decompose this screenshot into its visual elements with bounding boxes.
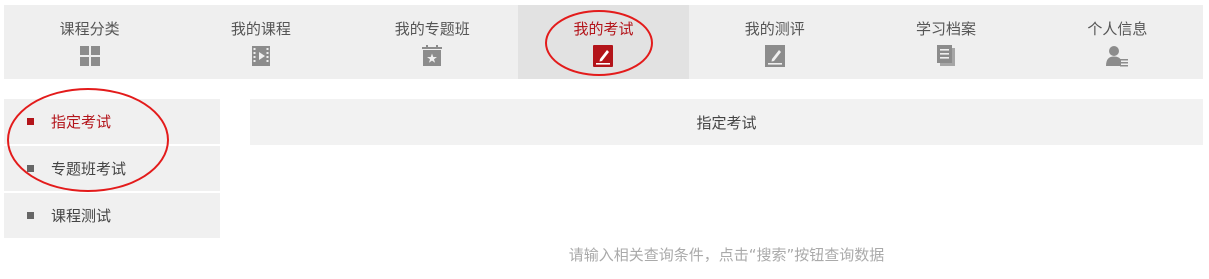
nav-label: 个人信息 bbox=[1087, 20, 1148, 38]
user-icon bbox=[1106, 45, 1129, 67]
sidebar-item-course-tests[interactable]: 课程测试 bbox=[4, 193, 220, 238]
sidebar-item-label: 课程测试 bbox=[51, 207, 112, 225]
nav-item-my-special-class[interactable]: 我的专题班 bbox=[347, 5, 518, 79]
bullet-icon bbox=[27, 212, 34, 219]
nav-label: 我的考试 bbox=[573, 20, 634, 38]
sidebar-item-special-class-exams[interactable]: 专题班考试 bbox=[4, 146, 220, 191]
sidebar: 指定考试 专题班考试 课程测试 bbox=[4, 99, 220, 240]
nav-item-my-assessments[interactable]: 我的测评 bbox=[689, 5, 860, 79]
nav-item-my-exams[interactable]: 我的考试 bbox=[517, 5, 690, 79]
star-board-icon bbox=[421, 45, 443, 67]
grid-icon bbox=[79, 45, 101, 67]
empty-hint: 请输入相关查询条件，点击“搜索”按钮查询数据 bbox=[568, 246, 885, 264]
sidebar-item-assigned-exams[interactable]: 指定考试 bbox=[4, 99, 220, 144]
exam-pencil-icon bbox=[592, 45, 614, 67]
nav-item-course-category[interactable]: 课程分类 bbox=[4, 5, 175, 79]
nav-item-personal-info[interactable]: 个人信息 bbox=[1032, 5, 1203, 79]
video-icon bbox=[250, 45, 272, 67]
nav-item-learning-archive[interactable]: 学习档案 bbox=[860, 5, 1031, 79]
nav-item-my-courses[interactable]: 我的课程 bbox=[175, 5, 346, 79]
nav-label: 课程分类 bbox=[59, 20, 120, 38]
top-nav: 课程分类 我的课程 我的专题班 我的考试 我的测评 学习档案 个人信息 bbox=[4, 5, 1203, 79]
sidebar-item-label: 专题班考试 bbox=[51, 160, 127, 178]
document-stack-icon bbox=[935, 45, 957, 67]
nav-label: 我的测评 bbox=[744, 20, 805, 38]
nav-label: 学习档案 bbox=[916, 20, 977, 38]
sidebar-item-label: 指定考试 bbox=[51, 113, 112, 131]
section-title: 指定考试 bbox=[250, 99, 1203, 145]
edit-note-icon bbox=[764, 45, 786, 67]
bullet-icon bbox=[27, 165, 34, 172]
nav-label: 我的专题班 bbox=[394, 20, 470, 38]
nav-label: 我的课程 bbox=[230, 20, 291, 38]
bullet-icon bbox=[27, 118, 34, 125]
